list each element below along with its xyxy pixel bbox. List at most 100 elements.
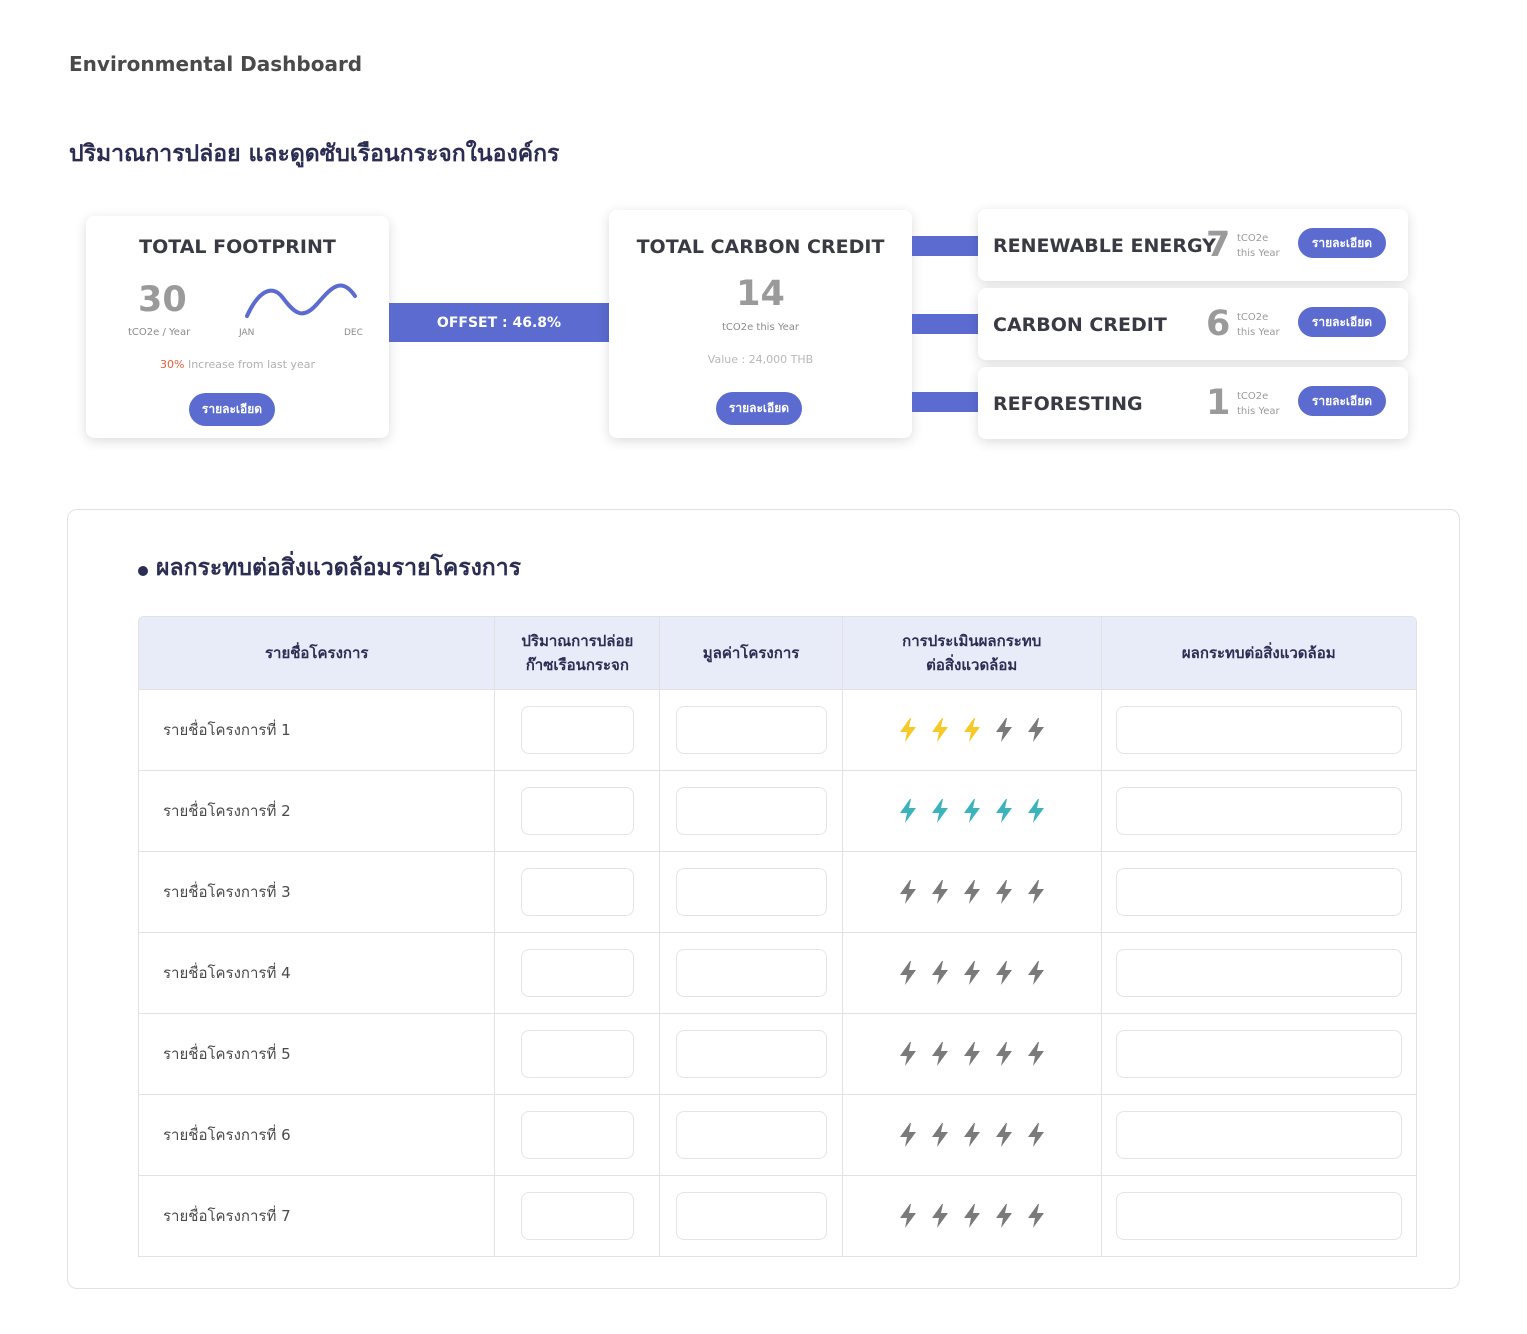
value-cell <box>660 771 843 851</box>
column-header-assessment: การประเมินผลกระทบ ต่อสิ่งแวดล้อม <box>843 617 1102 689</box>
impact-cell <box>1102 1176 1417 1256</box>
connector-carbon-credit <box>912 314 978 334</box>
increase-percent: 30% <box>160 358 185 371</box>
lightning-icon <box>995 718 1012 742</box>
lightning-icon <box>963 799 980 823</box>
lightning-icon <box>995 961 1012 985</box>
breakdown-value: 6 <box>1206 304 1231 344</box>
lightning-icon <box>1027 880 1044 904</box>
emission-input[interactable] <box>520 1111 634 1159</box>
assessment-cell <box>843 1095 1102 1175</box>
breakdown-unit-line2: this Year <box>1237 406 1280 417</box>
breakdown-value: 7 <box>1206 225 1231 265</box>
lightning-icon <box>995 1123 1012 1147</box>
lightning-icon <box>995 1042 1012 1066</box>
footprint-increase: 30% Increase from last year <box>86 358 389 371</box>
impact-title-text: ผลกระทบต่อสิ่งแวดล้อมรายโครงการ <box>156 555 521 581</box>
project-value-input[interactable] <box>675 706 827 754</box>
app-title: Environmental Dashboard <box>69 52 363 76</box>
impact-input[interactable] <box>1115 787 1402 835</box>
impact-input[interactable] <box>1115 706 1402 754</box>
reforesting-detail-button[interactable]: รายละเอียด <box>1298 386 1386 416</box>
emission-cell <box>495 690 661 770</box>
breakdown-value: 1 <box>1206 383 1231 423</box>
emission-cell <box>495 852 661 932</box>
offset-bar: OFFSET : 46.8% <box>389 303 609 342</box>
impact-input[interactable] <box>1115 949 1402 997</box>
project-value-input[interactable] <box>675 949 827 997</box>
table-row: รายชื่อโครงการที่ 2 <box>139 770 1416 851</box>
lightning-icon <box>899 799 916 823</box>
project-value-input[interactable] <box>675 787 827 835</box>
assessment-cell <box>843 852 1102 932</box>
sparkline-start-label: JAN <box>239 328 255 338</box>
connector-renewable <box>912 236 978 256</box>
assessment-cell <box>843 771 1102 851</box>
project-value-input[interactable] <box>675 1192 827 1240</box>
breakdown-unit-line1: tCO2e <box>1237 312 1269 323</box>
value-cell <box>660 852 843 932</box>
impact-title: ผลกระทบต่อสิ่งแวดล้อมรายโครงการ <box>138 550 521 586</box>
project-name: รายชื่อโครงการที่ 1 <box>139 690 496 770</box>
renewable-detail-button[interactable]: รายละเอียด <box>1298 228 1386 258</box>
project-value-input[interactable] <box>675 1111 827 1159</box>
column-header-impact: ผลกระทบต่อสิ่งแวดล้อม <box>1181 644 1336 662</box>
impact-input[interactable] <box>1115 868 1402 916</box>
footprint-unit: tCO2e / Year <box>128 327 191 338</box>
table-row: รายชื่อโครงการที่ 4 <box>139 932 1416 1013</box>
assessment-cell <box>843 933 1102 1013</box>
impact-rating <box>896 1203 1048 1229</box>
lightning-icon <box>995 799 1012 823</box>
sparkline-end-label: DEC <box>344 328 363 338</box>
project-value-input[interactable] <box>675 1030 827 1078</box>
emission-input[interactable] <box>520 1030 634 1078</box>
table-row: รายชื่อโครงการที่ 7 <box>139 1175 1416 1256</box>
impact-cell <box>1102 933 1417 1013</box>
carbon-credit-card: CARBON CREDIT 6 tCO2e this Year รายละเอีย… <box>978 288 1408 360</box>
breakdown-label: RENEWABLE ENERGY <box>993 235 1216 257</box>
lightning-icon <box>931 718 948 742</box>
breakdown-unit-line1: tCO2e <box>1237 391 1269 402</box>
lightning-icon <box>931 1123 948 1147</box>
credit-value-thb: Value : 24,000 THB <box>707 353 814 366</box>
table-body: รายชื่อโครงการที่ 1 รายชื่อโครงการที่ 2 รา… <box>139 689 1416 1256</box>
emission-input[interactable] <box>520 706 634 754</box>
project-name: รายชื่อโครงการที่ 4 <box>139 933 496 1013</box>
value-cell <box>660 933 843 1013</box>
impact-input[interactable] <box>1115 1111 1402 1159</box>
renewable-energy-card: RENEWABLE ENERGY 7 tCO2e this Year รายละเ… <box>978 209 1408 281</box>
credit-detail-button[interactable]: รายละเอียด <box>716 392 802 425</box>
project-name: รายชื่อโครงการที่ 5 <box>139 1014 496 1094</box>
emission-input[interactable] <box>520 868 634 916</box>
emission-input[interactable] <box>520 1192 634 1240</box>
increase-text: Increase from last year <box>184 358 315 371</box>
value-cell <box>660 1176 843 1256</box>
impact-input[interactable] <box>1115 1030 1402 1078</box>
credit-value: 14 <box>736 274 785 314</box>
breakdown-label: CARBON CREDIT <box>993 314 1167 336</box>
footprint-value: 30 <box>138 280 187 320</box>
lightning-icon <box>963 1123 980 1147</box>
footprint-detail-button[interactable]: รายละเอียด <box>189 393 275 426</box>
assessment-cell <box>843 690 1102 770</box>
section-title: ปริมาณการปล่อย และดูดซับเรือนกระจกในองค์… <box>69 141 560 167</box>
emission-input[interactable] <box>520 787 634 835</box>
project-name: รายชื่อโครงการที่ 6 <box>139 1095 496 1175</box>
breakdown-unit-line2: this Year <box>1237 248 1280 259</box>
value-cell <box>660 690 843 770</box>
emission-cell <box>495 933 661 1013</box>
lightning-icon <box>899 1123 916 1147</box>
assessment-cell <box>843 1014 1102 1094</box>
impact-input[interactable] <box>1115 1192 1402 1240</box>
breakdown-unit-line1: tCO2e <box>1237 233 1269 244</box>
credit-title: TOTAL CARBON CREDIT <box>636 236 885 258</box>
lightning-icon <box>963 1204 980 1228</box>
project-value-input[interactable] <box>675 868 827 916</box>
lightning-icon <box>931 1042 948 1066</box>
impact-table: รายชื่อโครงการ ปริมาณการปล่อย ก๊าซเรือนก… <box>138 616 1417 1257</box>
carbon-credit-detail-button[interactable]: รายละเอียด <box>1298 307 1386 337</box>
lightning-icon <box>995 1204 1012 1228</box>
emission-input[interactable] <box>520 949 634 997</box>
impact-rating <box>896 798 1048 824</box>
impact-cell <box>1102 771 1417 851</box>
